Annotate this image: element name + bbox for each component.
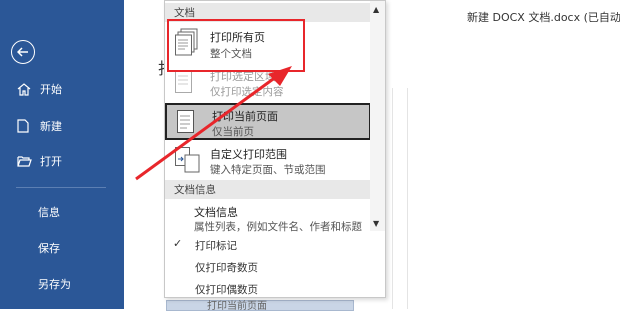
annotation-arrow [135, 66, 292, 181]
